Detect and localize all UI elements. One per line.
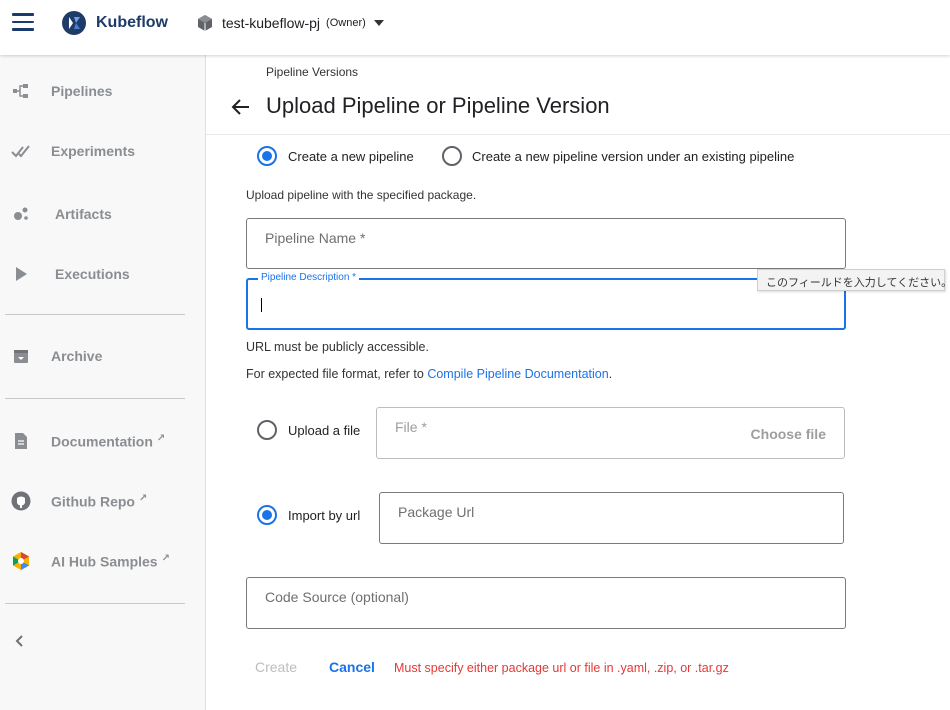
title-divider bbox=[206, 134, 950, 135]
chevron-down-icon bbox=[373, 20, 384, 26]
back-arrow-icon[interactable] bbox=[230, 96, 252, 118]
sidebar: Pipelines Experiments Artifacts Executio… bbox=[0, 55, 206, 710]
sidebar-item-label-wrap: AI Hub Samples ↗ bbox=[51, 553, 170, 570]
sidebar-item-label: Github Repo bbox=[51, 493, 135, 510]
create-button[interactable]: Create bbox=[255, 659, 297, 675]
cancel-button[interactable]: Cancel bbox=[329, 659, 375, 675]
github-icon bbox=[10, 490, 32, 512]
sidebar-divider bbox=[5, 603, 185, 604]
code-source-label: Code Source (optional) bbox=[265, 589, 409, 605]
sidebar-item-label-wrap: Github Repo ↗ bbox=[51, 493, 147, 510]
error-message: Must specify either package url or file … bbox=[394, 661, 729, 675]
breadcrumb[interactable]: Pipeline Versions bbox=[266, 65, 358, 79]
pipeline-description-field[interactable]: Pipeline Description * bbox=[246, 272, 846, 330]
sidebar-item-label: Executions bbox=[55, 266, 130, 282]
sidebar-item-archive[interactable]: Archive bbox=[0, 338, 206, 374]
validation-tooltip: このフィールドを入力してください。 bbox=[757, 269, 950, 291]
project-selector[interactable]: test-kubeflow-pj (Owner) bbox=[196, 12, 384, 34]
artifacts-icon bbox=[10, 203, 32, 225]
choose-file-button[interactable]: Choose file bbox=[751, 426, 826, 442]
chevron-left-icon[interactable] bbox=[12, 633, 28, 649]
sidebar-item-pipelines[interactable]: Pipelines bbox=[0, 73, 206, 109]
top-bar: Kubeflow test-kubeflow-pj (Owner) bbox=[0, 0, 950, 55]
import-url-radio[interactable] bbox=[257, 505, 277, 525]
brand-title[interactable]: Kubeflow bbox=[96, 14, 168, 32]
external-link-icon: ↗ bbox=[161, 552, 170, 564]
text-cursor bbox=[261, 298, 262, 312]
upload-file-label[interactable]: Upload a file bbox=[288, 423, 360, 438]
sidebar-item-label: Documentation bbox=[51, 433, 153, 450]
pipeline-description-label: Pipeline Description * bbox=[258, 272, 360, 283]
project-name: test-kubeflow-pj bbox=[222, 15, 321, 31]
sidebar-item-experiments[interactable]: Experiments bbox=[0, 133, 206, 169]
sidebar-item-executions[interactable]: Executions bbox=[0, 256, 206, 292]
page-title: Upload Pipeline or Pipeline Version bbox=[266, 93, 610, 118]
compile-docs-link[interactable]: Compile Pipeline Documentation bbox=[427, 367, 608, 381]
sidebar-divider bbox=[5, 398, 185, 399]
pipelines-icon bbox=[10, 80, 32, 102]
import-url-label[interactable]: Import by url bbox=[288, 508, 360, 523]
sidebar-item-github-repo[interactable]: Github Repo ↗ bbox=[0, 483, 206, 519]
create-version-label[interactable]: Create a new pipeline version under an e… bbox=[472, 149, 794, 164]
sidebar-item-label: Artifacts bbox=[55, 206, 112, 222]
documentation-icon bbox=[10, 430, 32, 452]
ai-hub-icon bbox=[10, 550, 32, 572]
archive-icon bbox=[10, 345, 32, 367]
sidebar-divider bbox=[5, 314, 185, 315]
external-link-icon: ↗ bbox=[156, 432, 166, 444]
create-pipeline-label[interactable]: Create a new pipeline bbox=[288, 149, 414, 164]
sidebar-item-label: Experiments bbox=[51, 143, 136, 159]
sidebar-item-label: Archive bbox=[51, 348, 103, 364]
format-hint-prefix: For expected file format, refer to bbox=[246, 367, 428, 381]
format-hint-suffix: . bbox=[608, 367, 613, 381]
kubeflow-logo-icon bbox=[62, 11, 86, 35]
sidebar-item-label-wrap: Documentation ↗ bbox=[51, 433, 165, 450]
package-url-field[interactable]: Package Url bbox=[379, 492, 844, 544]
external-link-icon: ↗ bbox=[139, 492, 148, 504]
url-hint: URL must be publicly accessible. bbox=[246, 340, 429, 354]
create-pipeline-radio[interactable] bbox=[257, 146, 277, 166]
sidebar-item-label: AI Hub Samples bbox=[51, 553, 158, 570]
package-url-label: Package Url bbox=[398, 504, 475, 520]
pipeline-name-field[interactable]: Pipeline Name * bbox=[246, 218, 846, 269]
code-source-field[interactable]: Code Source (optional) bbox=[246, 577, 846, 629]
file-field[interactable]: File * Choose file bbox=[376, 407, 845, 459]
experiments-icon bbox=[10, 140, 32, 162]
upload-file-radio[interactable] bbox=[257, 420, 277, 440]
sidebar-item-documentation[interactable]: Documentation ↗ bbox=[0, 423, 206, 459]
project-role: (Owner) bbox=[326, 17, 366, 29]
pipeline-name-label: Pipeline Name * bbox=[265, 230, 366, 246]
executions-icon bbox=[10, 263, 32, 285]
sidebar-item-label: Pipelines bbox=[51, 83, 113, 99]
sidebar-item-ai-hub-samples[interactable]: AI Hub Samples ↗ bbox=[0, 543, 206, 579]
cube-icon bbox=[198, 15, 212, 31]
file-field-label: File * bbox=[395, 419, 427, 435]
menu-icon[interactable] bbox=[12, 13, 34, 31]
sidebar-item-artifacts[interactable]: Artifacts bbox=[0, 196, 206, 232]
create-version-radio[interactable] bbox=[442, 146, 462, 166]
format-hint: For expected file format, refer to Compi… bbox=[246, 367, 612, 381]
upload-hint: Upload pipeline with the specified packa… bbox=[246, 188, 477, 202]
